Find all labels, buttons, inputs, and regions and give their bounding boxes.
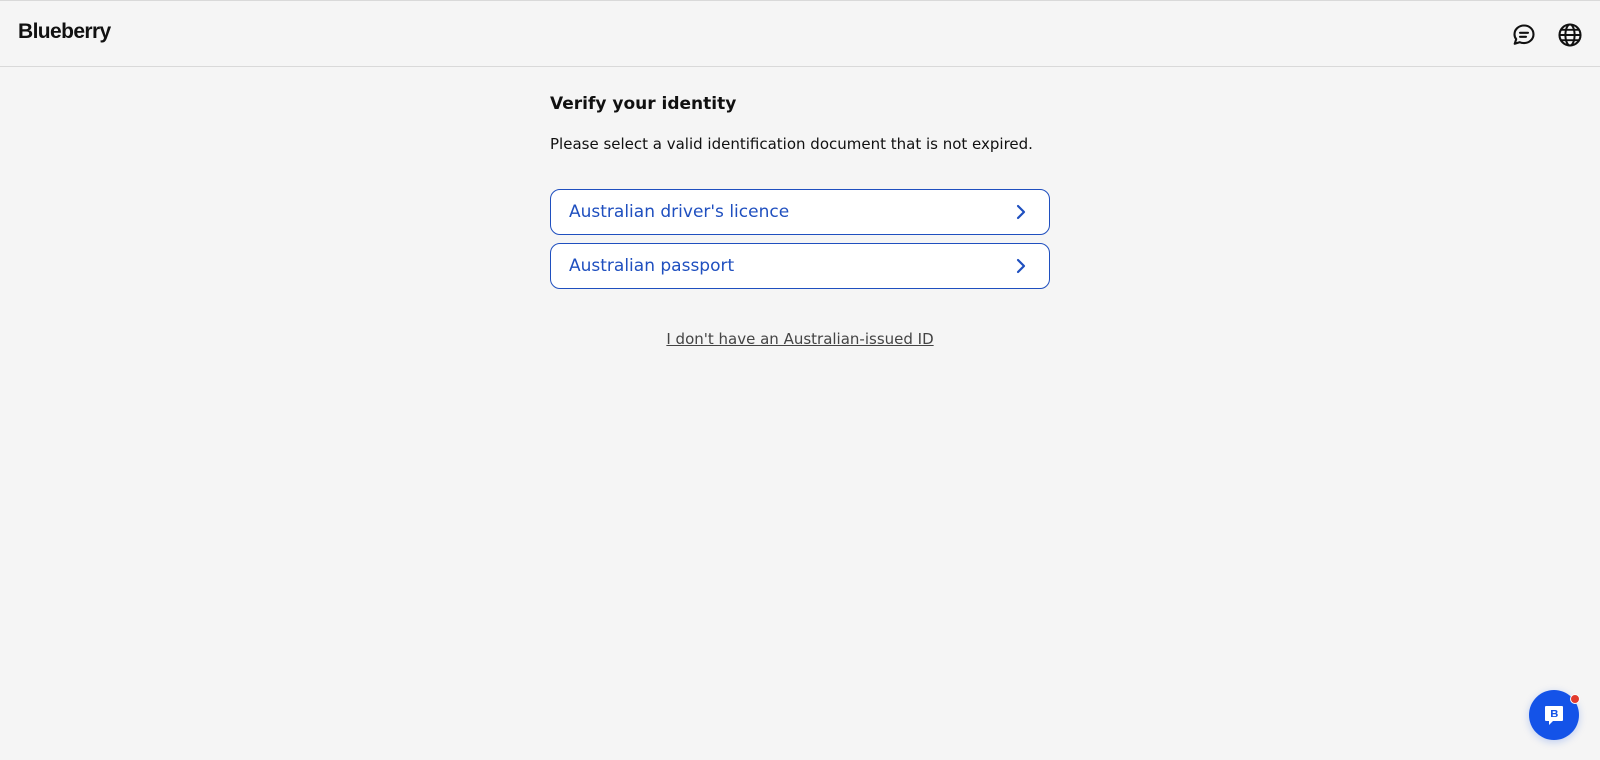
chevron-right-icon	[1013, 203, 1029, 221]
passport-option-label: Australian passport	[569, 256, 735, 276]
brand-logo[interactable]: Blueberry	[18, 20, 111, 44]
identity-verification-panel: Verify your identity Please select a val…	[550, 92, 1050, 348]
drivers-licence-option-button[interactable]: Australian driver's licence	[550, 189, 1050, 235]
top-header: Blueberry	[0, 0, 1600, 67]
chevron-right-icon	[1013, 257, 1029, 275]
page-title: Verify your identity	[550, 94, 737, 114]
drivers-licence-option-label: Australian driver's licence	[569, 202, 790, 222]
chat-widget-icon	[1545, 706, 1563, 725]
page-subtitle: Please select a valid identification doc…	[550, 135, 1033, 153]
passport-option-button[interactable]: Australian passport	[550, 243, 1050, 289]
no-australian-id-link[interactable]: I don't have an Australian-issued ID	[550, 330, 1050, 348]
notification-dot	[1570, 694, 1580, 704]
globe-icon[interactable]	[1556, 21, 1584, 49]
chat-bubble-icon[interactable]	[1510, 21, 1538, 49]
